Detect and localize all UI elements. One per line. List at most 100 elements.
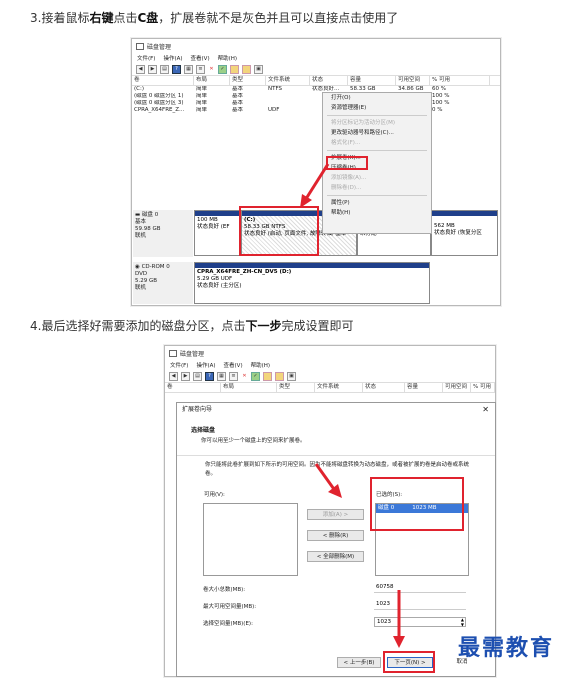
wizard-title: 扩展卷向导 [182,406,213,413]
max-space-value: 1023 [374,600,466,610]
menu-view[interactable]: 查看(V) [191,54,210,62]
red-arrow-icon [393,590,405,648]
menu-file[interactable]: 文件(F) [137,54,155,62]
partition-status: 状态良好 (恢复分区 [434,230,482,236]
step4-bold-next: 下一步 [245,319,282,333]
folder-icon[interactable] [263,371,272,381]
col-type[interactable]: 类型 [277,383,315,392]
list-view-icon[interactable]: ▤ [160,64,169,74]
step4-text-suffix: 完成设置即可 [281,319,354,333]
col-percent-free[interactable]: % 可用 [430,76,490,85]
partition-recovery[interactable]: 562 MB 状态良好 (恢复分区 [431,210,498,256]
check-icon[interactable]: ✓ [251,371,260,381]
table-row[interactable]: (磁盘 0 磁盘分区 1) 简单 基本 100 % [132,93,500,100]
total-size-label: 卷大小总数(MB): [203,587,246,593]
cdrom-info[interactable]: ◉ CD-ROM 0 DVD 5.29 GB 联机 [133,262,193,304]
available-list[interactable] [203,503,298,576]
col-status[interactable]: 状态 [363,383,405,392]
col-capacity[interactable]: 容量 [348,76,396,85]
step3-text-suffix: ，扩展卷就不是灰色并且可以直接点击使用了 [158,11,399,25]
select-space-input[interactable]: 1023 ▲ ▼ [374,617,466,627]
menu-item-help[interactable]: 帮助(H) [323,208,431,218]
table-row[interactable]: (磁盘 0 磁盘分区 3) 简单 基本 100 % [132,100,500,107]
step3-heading: 3.接着鼠标右键点击C盘，扩展卷就不是灰色并且可以直接点击使用了 [30,9,398,26]
forward-arrow-icon[interactable]: ▶ [148,64,157,74]
col-status[interactable]: 状态 [310,76,348,85]
cell: UDF [268,107,280,113]
col-free[interactable]: 可用空间 [396,76,430,85]
back-arrow-icon[interactable]: ◀ [169,371,178,381]
col-layout[interactable]: 布局 [221,383,277,392]
view-pane-icon[interactable]: ▣ [254,64,263,74]
spin-arrows-icon[interactable]: ▲ ▼ [461,617,464,627]
check-icon[interactable]: ✓ [218,64,227,74]
col-capacity[interactable]: 容量 [405,383,443,392]
step3-bold-c-drive: C盘 [137,11,159,25]
cdrom-type: DVD [135,271,148,277]
list-view-icon[interactable]: ▤ [193,371,202,381]
menu-file[interactable]: 文件(F) [170,361,188,369]
folder-icon[interactable] [230,64,239,74]
menu-item-open[interactable]: 打开(O) [323,93,431,103]
disk-management-icon [169,349,177,357]
disk-list-icon[interactable]: ▦ [184,64,193,74]
new-volume-icon[interactable] [275,371,284,381]
back-button[interactable]: < 上一步(B) [337,657,381,668]
col-filesystem[interactable]: 文件系统 [315,383,363,392]
cell: 基本 [232,100,244,106]
cdrom-name: ◉ CD-ROM 0 [135,264,170,270]
menu-item-format: 格式化(F)... [331,140,361,146]
view-pane-icon[interactable]: ▣ [287,371,296,381]
step3-text: 3.接着鼠标 [30,11,90,25]
add-button: 添加(A) > [307,509,364,520]
col-layout[interactable]: 布局 [194,76,230,85]
properties-icon[interactable]: ≡ [229,371,238,381]
col-percent-free[interactable]: % 可用 [471,383,495,392]
red-arrow-icon [300,163,330,208]
cell: 0 % [432,107,443,113]
col-filesystem[interactable]: 文件系统 [266,76,310,85]
delete-x-icon[interactable]: ✕ [241,373,248,380]
cdrom-volume[interactable]: CPRA_X64FRE_ZH-CN_DV5 (D:) 5.29 GB UDF 状… [194,262,430,304]
disk-list-icon[interactable]: ▦ [217,371,226,381]
partition-efi[interactable]: 100 MB 状态良好 (EF [194,210,241,256]
window-titlebar: 磁盘管理 [132,39,500,53]
close-icon[interactable]: ✕ [482,403,489,417]
new-volume-icon[interactable] [242,64,251,74]
menu-item-add-mirror: 添加镜像(A)... [331,175,367,181]
cell: CPRA_X64FRE_Z... [134,107,185,113]
menu-item-explorer[interactable]: 资源管理器(E) [323,103,431,113]
cell: 基本 [232,107,244,113]
window-title: 磁盘管理 [180,350,205,358]
table-row[interactable]: CPRA_X64FRE_Z... 简单 基本 UDF 0 % [132,107,500,114]
table-row[interactable]: (C:) 简单 基本 NTFS 状态良好... 58.33 GB 34.86 G… [132,86,500,93]
back-arrow-icon[interactable]: ◀ [136,64,145,74]
col-volume[interactable]: 卷 [165,383,221,392]
help-icon[interactable]: ? [205,371,214,381]
volume-column-headers: 卷 布局 类型 文件系统 状态 容量 可用空间 % 可用 [165,383,495,393]
cell: 简单 [196,107,208,113]
menu-help[interactable]: 帮助(H) [251,361,270,369]
menu-item-change-letter[interactable]: 更改驱动器号和路径(C)... [323,128,431,138]
remove-button[interactable]: < 删除(R) [307,530,364,541]
volume-column-headers: 卷 布局 类型 文件系统 状态 容量 可用空间 % 可用 [132,76,500,86]
menu-item-delete-volume: 删除卷(D)... [331,185,362,191]
disk0-info[interactable]: ▬ 磁盘 0 基本 59.98 GB 联机 [133,210,193,257]
cdrom-size: 5.29 GB [135,278,158,284]
forward-arrow-icon[interactable]: ▶ [181,371,190,381]
col-type[interactable]: 类型 [230,76,266,85]
menu-bar: 文件(F) 操作(A) 查看(V) 帮助(H) [165,360,495,370]
col-volume[interactable]: 卷 [132,76,194,85]
menu-action[interactable]: 操作(A) [196,361,215,369]
help-icon[interactable]: ? [172,64,181,74]
delete-x-icon[interactable]: ✕ [208,66,215,73]
remove-all-button[interactable]: < 全部删除(M) [307,551,364,562]
properties-icon[interactable]: ≡ [196,64,205,74]
col-free[interactable]: 可用空间 [443,383,471,392]
menu-view[interactable]: 查看(V) [224,361,243,369]
menu-help[interactable]: 帮助(H) [218,54,237,62]
menu-action[interactable]: 操作(A) [163,54,182,62]
menu-item-mark-active: 将分区标记为活动分区(M) [331,120,396,126]
menu-item-properties[interactable]: 属性(P) [323,198,431,208]
highlight-extend-volume [326,156,368,170]
